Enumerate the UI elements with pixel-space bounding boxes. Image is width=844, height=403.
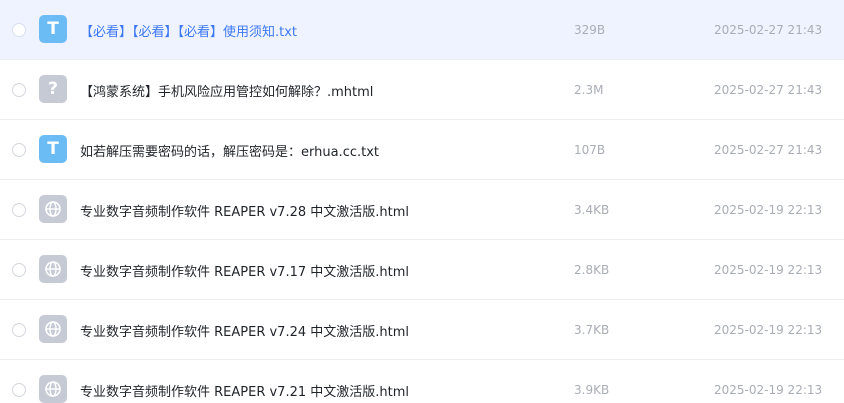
txt-file-icon-glyph: T [47, 138, 59, 159]
file-row[interactable]: 专业数字音频制作软件 REAPER v7.21 中文激活版.html 3.9KB… [0, 360, 844, 403]
file-name[interactable]: 【鸿蒙系统】手机风险应用管控如何解除？.mhtml [80, 60, 373, 120]
file-name[interactable]: 【必看】【必看】【必看】使用须知.txt [80, 0, 297, 60]
file-name[interactable]: 如若解压需要密码的话，解压密码是：erhua.cc.txt [80, 120, 379, 180]
file-date: 2025-02-27 21:43 [714, 83, 823, 97]
globe-icon-svg [45, 321, 61, 337]
file-date: 2025-02-19 22:13 [714, 383, 823, 397]
file-row[interactable]: T 如若解压需要密码的话，解压密码是：erhua.cc.txt 107B 202… [0, 120, 844, 180]
file-row[interactable]: 专业数字音频制作软件 REAPER v7.17 中文激活版.html 2.8KB… [0, 240, 844, 300]
file-date: 2025-02-19 22:13 [714, 323, 823, 337]
file-date: 2025-02-27 21:43 [714, 23, 823, 37]
file-row[interactable]: ? 【鸿蒙系统】手机风险应用管控如何解除？.mhtml 2.3M 2025-02… [0, 60, 844, 120]
globe-icon-svg [45, 381, 61, 397]
file-row[interactable]: 专业数字音频制作软件 REAPER v7.24 中文激活版.html 3.7KB… [0, 300, 844, 360]
file-size: 2.3M [574, 83, 604, 97]
file-size: 3.9KB [574, 383, 610, 397]
row-checkbox[interactable] [12, 263, 26, 277]
row-checkbox[interactable] [12, 323, 26, 337]
globe-icon-svg [45, 201, 61, 217]
file-size: 329B [574, 23, 606, 37]
txt-file-icon-glyph: T [47, 18, 59, 39]
file-row[interactable]: 专业数字音频制作软件 REAPER v7.28 中文激活版.html 3.4KB… [0, 180, 844, 240]
row-checkbox[interactable] [12, 143, 26, 157]
file-date: 2025-02-19 22:13 [714, 263, 823, 277]
file-size: 3.7KB [574, 323, 610, 337]
txt-file-icon: T [39, 15, 67, 43]
globe-icon [39, 255, 67, 283]
file-date: 2025-02-19 22:13 [714, 203, 823, 217]
file-name[interactable]: 专业数字音频制作软件 REAPER v7.28 中文激活版.html [80, 180, 409, 240]
unknown-file-icon: ? [39, 75, 67, 103]
row-checkbox[interactable] [12, 203, 26, 217]
file-name[interactable]: 专业数字音频制作软件 REAPER v7.21 中文激活版.html [80, 360, 409, 403]
row-checkbox[interactable] [12, 83, 26, 97]
file-list: T 【必看】【必看】【必看】使用须知.txt 329B 2025-02-27 2… [0, 0, 844, 403]
row-checkbox[interactable] [12, 383, 26, 397]
txt-file-icon: T [39, 135, 67, 163]
file-date: 2025-02-27 21:43 [714, 143, 823, 157]
file-size: 107B [574, 143, 606, 157]
file-size: 3.4KB [574, 203, 610, 217]
globe-icon [39, 315, 67, 343]
file-name[interactable]: 专业数字音频制作软件 REAPER v7.17 中文激活版.html [80, 240, 409, 300]
file-row[interactable]: T 【必看】【必看】【必看】使用须知.txt 329B 2025-02-27 2… [0, 0, 844, 60]
row-checkbox[interactable] [12, 23, 26, 37]
globe-icon-svg [45, 261, 61, 277]
globe-icon [39, 195, 67, 223]
unknown-file-icon-glyph: ? [48, 78, 58, 99]
file-name[interactable]: 专业数字音频制作软件 REAPER v7.24 中文激活版.html [80, 300, 409, 360]
file-size: 2.8KB [574, 263, 610, 277]
globe-icon [39, 375, 67, 403]
